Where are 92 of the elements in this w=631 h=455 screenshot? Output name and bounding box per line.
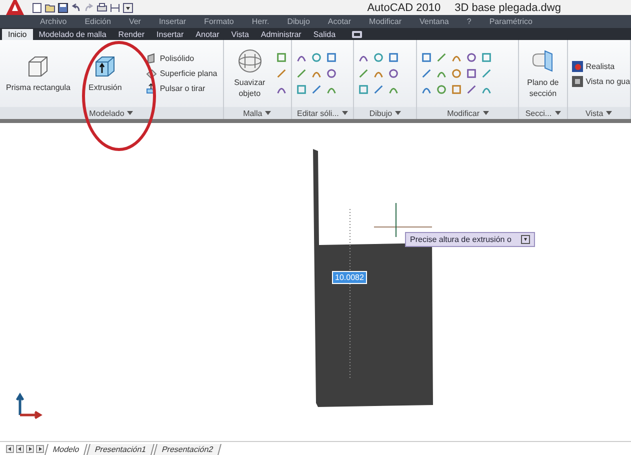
panel-title-bar[interactable]: Malla xyxy=(224,107,291,119)
line-icon[interactable] xyxy=(436,52,448,63)
shape-icon[interactable] xyxy=(466,52,478,63)
panel-title-bar[interactable]: Modelado xyxy=(0,107,222,119)
ribbon-tab[interactable]: Modelado de malla xyxy=(32,29,112,40)
save-icon[interactable] xyxy=(58,2,68,12)
menu-item[interactable]: Insertar xyxy=(158,17,186,26)
ribbon-tab[interactable]: Administrar xyxy=(254,29,308,40)
file-title: 3D base plegada.dwg xyxy=(454,2,561,14)
panel-title-bar[interactable]: Secci... xyxy=(519,107,567,119)
print-icon[interactable] xyxy=(97,2,107,12)
wall-icon xyxy=(146,53,157,64)
menu-item[interactable]: Paramétrico xyxy=(489,17,532,26)
caret-icon xyxy=(606,111,612,115)
layout-tab[interactable]: Presentación1 xyxy=(86,444,155,454)
shape-icon[interactable] xyxy=(466,68,478,79)
ribbon-button[interactable]: Suavizar objeto xyxy=(228,48,272,99)
shape-icon[interactable] xyxy=(326,68,337,79)
line-icon[interactable] xyxy=(421,68,432,79)
menu-item[interactable]: Ver xyxy=(128,17,141,26)
caret-icon xyxy=(482,111,489,115)
plane-icon xyxy=(146,68,157,79)
undo-icon[interactable] xyxy=(71,2,81,12)
shape-icon[interactable] xyxy=(451,84,462,95)
nav-arrow-icon[interactable] xyxy=(6,445,14,453)
ribbon-button[interactable]: Extrusión xyxy=(86,53,124,94)
panel-title-bar[interactable]: Editar sóli... xyxy=(292,107,354,119)
panel-title-bar[interactable]: Modificar xyxy=(417,107,518,119)
crosshair-icon xyxy=(374,203,432,237)
line-icon[interactable] xyxy=(358,68,370,79)
shape-icon[interactable] xyxy=(421,52,432,63)
line-icon[interactable] xyxy=(296,68,307,79)
menu-item[interactable]: Modificar xyxy=(369,17,402,26)
shading-icon xyxy=(572,60,583,72)
ribbon-tab[interactable]: Salida xyxy=(307,29,342,40)
menu-item[interactable]: Ventana xyxy=(419,17,449,26)
ribbon-tab[interactable]: Anotar xyxy=(190,29,226,40)
menu-item[interactable]: Archivo xyxy=(40,17,67,26)
new-file-icon[interactable] xyxy=(32,2,42,12)
menu-item[interactable]: Acotar xyxy=(328,17,352,26)
caret-icon xyxy=(554,111,561,115)
ribbon-button[interactable]: Realista xyxy=(572,60,630,72)
shape-icon[interactable] xyxy=(276,52,287,63)
caret-icon xyxy=(342,111,348,115)
ribbon-tab[interactable]: Vista xyxy=(225,29,255,40)
ribbon-tab[interactable]: Render xyxy=(112,29,151,40)
panel-title-bar[interactable]: Dibujo xyxy=(354,107,416,119)
menu-item[interactable]: Formato xyxy=(204,17,234,26)
menu-item[interactable]: ? xyxy=(466,17,472,26)
shape-icon[interactable] xyxy=(358,84,370,95)
ribbon-button[interactable]: Pulsar o tirar xyxy=(146,83,218,94)
view-icon xyxy=(572,76,583,86)
nav-arrow-icon[interactable] xyxy=(36,445,44,453)
shape-icon[interactable] xyxy=(310,52,322,63)
line-icon[interactable] xyxy=(481,68,492,79)
app-logo[interactable] xyxy=(4,0,26,16)
menu-item[interactable]: Dibujo xyxy=(287,17,310,26)
nav-arrow-icon[interactable] xyxy=(26,445,34,453)
app-title: AutoCAD 2010 xyxy=(367,2,441,14)
line-icon[interactable] xyxy=(466,84,478,95)
ribbon-button[interactable]: Plano de sección xyxy=(523,48,563,99)
folder-icon[interactable] xyxy=(45,2,55,12)
line-icon[interactable] xyxy=(276,68,287,79)
shape-icon[interactable] xyxy=(326,52,337,63)
shape-icon[interactable] xyxy=(481,52,492,63)
prompt-text: Precise altura de extrusión o xyxy=(410,235,512,244)
layout-tab[interactable]: Presentación2 xyxy=(154,444,222,454)
ribbon-button[interactable]: Prisma rectangula xyxy=(4,53,72,94)
caret-icon xyxy=(127,111,134,115)
ribbon-button[interactable]: Polisólido xyxy=(146,53,218,64)
nav-arrow-icon[interactable] xyxy=(16,445,24,453)
ribbon-button[interactable]: Vista no gua xyxy=(572,76,630,86)
shape-icon[interactable] xyxy=(436,84,448,95)
menu-item[interactable]: Herr. xyxy=(252,17,270,26)
shape-icon[interactable] xyxy=(388,52,400,63)
dropdown-icon[interactable] xyxy=(123,2,133,12)
ribbon-tab[interactable]: Insertar xyxy=(150,29,190,40)
shape-icon[interactable] xyxy=(296,84,307,95)
ribbon-button[interactable]: Superficie plana xyxy=(146,68,218,79)
layout-tab[interactable]: Modelo xyxy=(44,444,88,454)
caret-icon xyxy=(265,111,272,115)
line-icon[interactable] xyxy=(373,84,384,95)
shape-icon[interactable] xyxy=(373,52,384,63)
sphere-icon xyxy=(236,48,263,74)
line-icon[interactable] xyxy=(310,84,322,95)
panel-title-bar[interactable]: Vista xyxy=(568,107,630,119)
shape-icon[interactable] xyxy=(388,68,400,79)
ribbon-tab[interactable]: Inicio xyxy=(2,29,33,40)
caret-icon xyxy=(395,111,402,115)
shape-icon[interactable] xyxy=(451,68,462,79)
options-icon[interactable] xyxy=(521,235,530,244)
menu-item[interactable]: Edición xyxy=(84,17,111,26)
